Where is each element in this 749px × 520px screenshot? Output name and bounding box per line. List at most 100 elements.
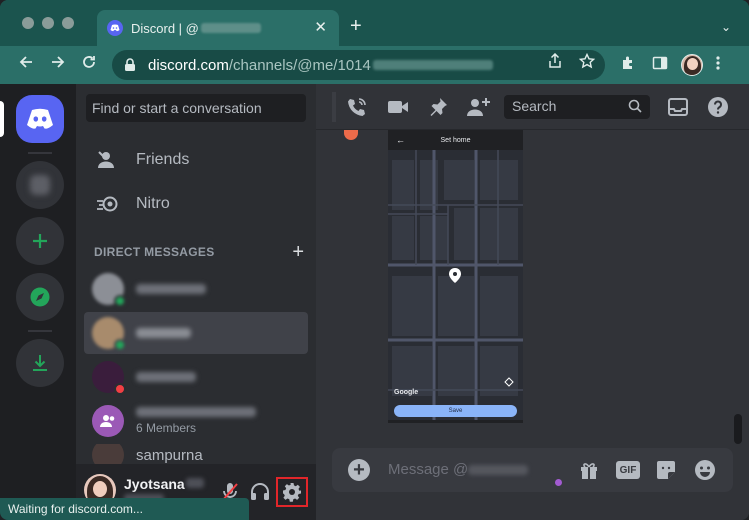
- tab-close-icon[interactable]: ✕: [314, 20, 327, 35]
- selected-indicator: [0, 101, 4, 137]
- dm-group-item[interactable]: 6 Members: [84, 400, 308, 442]
- pin-icon: [430, 98, 447, 116]
- add-server-button[interactable]: [16, 217, 64, 265]
- dm-item-selected[interactable]: [84, 312, 308, 354]
- rail-separator-2: [28, 330, 52, 332]
- dm-item-partial[interactable]: sampurna: [84, 444, 308, 466]
- browser-window: Discord | @ ✕ + ⌄ discord.com/channels/@…: [0, 0, 749, 520]
- direct-messages-title: DIRECT MESSAGES: [94, 245, 215, 259]
- dm-name: sampurna: [136, 446, 203, 464]
- find-conversation-input[interactable]: Find or start a conversation: [86, 94, 306, 122]
- bookmark-star-icon[interactable]: [578, 52, 596, 74]
- video-camera-icon: [388, 101, 408, 113]
- help-button[interactable]: [706, 96, 730, 118]
- sidebar-item-friends[interactable]: Friends: [84, 139, 308, 181]
- map-title: Set home: [440, 137, 471, 144]
- map-back-arrow-icon: ←: [396, 135, 405, 145]
- gift-icon: [581, 463, 597, 479]
- sticker-picker-button[interactable]: [654, 459, 678, 481]
- typing-indicator-dot: [554, 478, 563, 487]
- pinned-messages-button[interactable]: [426, 96, 450, 118]
- minimize-window-button[interactable]: [42, 17, 54, 29]
- dm-name-redacted: [136, 372, 196, 382]
- nitro-label: Nitro: [136, 195, 170, 212]
- google-logo-text: Google: [394, 389, 419, 396]
- dm-name-redacted: [136, 328, 191, 338]
- download-apps-button[interactable]: [16, 339, 64, 387]
- server-icon-redacted[interactable]: [16, 161, 64, 209]
- recipient-redacted: [468, 465, 529, 476]
- server-rail: [0, 84, 76, 520]
- message-input[interactable]: Message @: [388, 461, 529, 478]
- map-streets: [388, 150, 523, 420]
- redacted-server-avatar: [30, 175, 50, 195]
- download-icon: [33, 355, 47, 371]
- forward-arrow-icon[interactable]: [50, 54, 66, 74]
- friends-icon: [96, 148, 120, 172]
- side-panel-icon[interactable]: [652, 55, 668, 76]
- deafen-button[interactable]: [246, 478, 274, 506]
- help-icon: [708, 97, 728, 117]
- discord-logo-icon: [27, 108, 53, 129]
- add-user-icon: [467, 98, 490, 116]
- browser-tab[interactable]: Discord | @ ✕: [97, 10, 339, 46]
- group-name-redacted: [136, 407, 256, 417]
- group-member-count: 6 Members: [136, 421, 197, 435]
- upload-plus-button[interactable]: +: [348, 459, 370, 481]
- browser-toolbar: discord.com/channels/@me/1014: [0, 46, 749, 84]
- gear-icon: [283, 483, 301, 502]
- video-call-button[interactable]: [386, 96, 410, 118]
- dm-item[interactable]: [84, 356, 308, 398]
- dm-item[interactable]: [84, 268, 308, 310]
- message-composer: + Message @ GIF: [332, 448, 733, 492]
- discord-favicon-icon: [107, 20, 123, 36]
- chat-scrollbar[interactable]: [734, 414, 742, 444]
- url-path: /channels/@me/1014: [228, 56, 371, 74]
- emoji-picker-button[interactable]: [693, 459, 717, 481]
- gift-nitro-button[interactable]: [577, 459, 601, 481]
- sidebar-item-nitro[interactable]: Nitro: [84, 183, 308, 225]
- explore-servers-button[interactable]: [16, 273, 64, 321]
- tab-search-chevron-icon[interactable]: ⌄: [721, 20, 731, 34]
- search-icon: [628, 99, 642, 116]
- group-icon: [100, 415, 115, 427]
- inbox-button[interactable]: [666, 96, 690, 118]
- dm-name-redacted: [136, 284, 206, 294]
- avatar: [92, 444, 124, 466]
- add-friends-to-dm-button[interactable]: [466, 96, 490, 118]
- user-face: [93, 481, 107, 497]
- message-placeholder: Message @: [388, 461, 469, 478]
- gif-picker-button[interactable]: GIF: [616, 459, 640, 481]
- url-text: discord.com/channels/@me/1014: [148, 57, 371, 74]
- address-bar[interactable]: discord.com/channels/@me/1014: [112, 50, 605, 80]
- lock-icon[interactable]: [124, 58, 138, 72]
- map-view: [388, 150, 523, 420]
- online-status-dot: [114, 295, 126, 307]
- avatar: [92, 317, 126, 351]
- inbox-icon: [668, 98, 688, 116]
- zoom-window-button[interactable]: [62, 17, 74, 29]
- share-icon[interactable]: [548, 52, 562, 74]
- home-button[interactable]: [16, 95, 64, 143]
- title-bar: Discord | @ ✕ + ⌄: [0, 0, 749, 46]
- voice-call-button[interactable]: [345, 96, 369, 118]
- emoji-icon: [695, 460, 715, 480]
- image-attachment[interactable]: ← Set home Google Save: [388, 130, 523, 423]
- profile-avatar[interactable]: [681, 54, 703, 76]
- direct-messages-header: DIRECT MESSAGES +: [94, 242, 304, 262]
- message-author-avatar[interactable]: [344, 130, 358, 140]
- extensions-puzzle-icon[interactable]: [620, 55, 636, 76]
- browser-menu-kebab-icon[interactable]: [716, 55, 720, 76]
- create-dm-button[interactable]: +: [292, 242, 304, 262]
- map-save-button[interactable]: Save: [394, 405, 517, 417]
- search-input[interactable]: Search: [504, 95, 650, 119]
- back-arrow-icon[interactable]: [18, 54, 34, 74]
- header-divider: [332, 92, 336, 122]
- search-placeholder: Search: [512, 98, 557, 114]
- avatar: [92, 361, 126, 395]
- username: Jyotsana: [124, 476, 185, 492]
- new-tab-button[interactable]: +: [350, 16, 362, 36]
- user-settings-button[interactable]: [276, 477, 308, 507]
- close-window-button[interactable]: [22, 17, 34, 29]
- reload-icon[interactable]: [81, 54, 97, 74]
